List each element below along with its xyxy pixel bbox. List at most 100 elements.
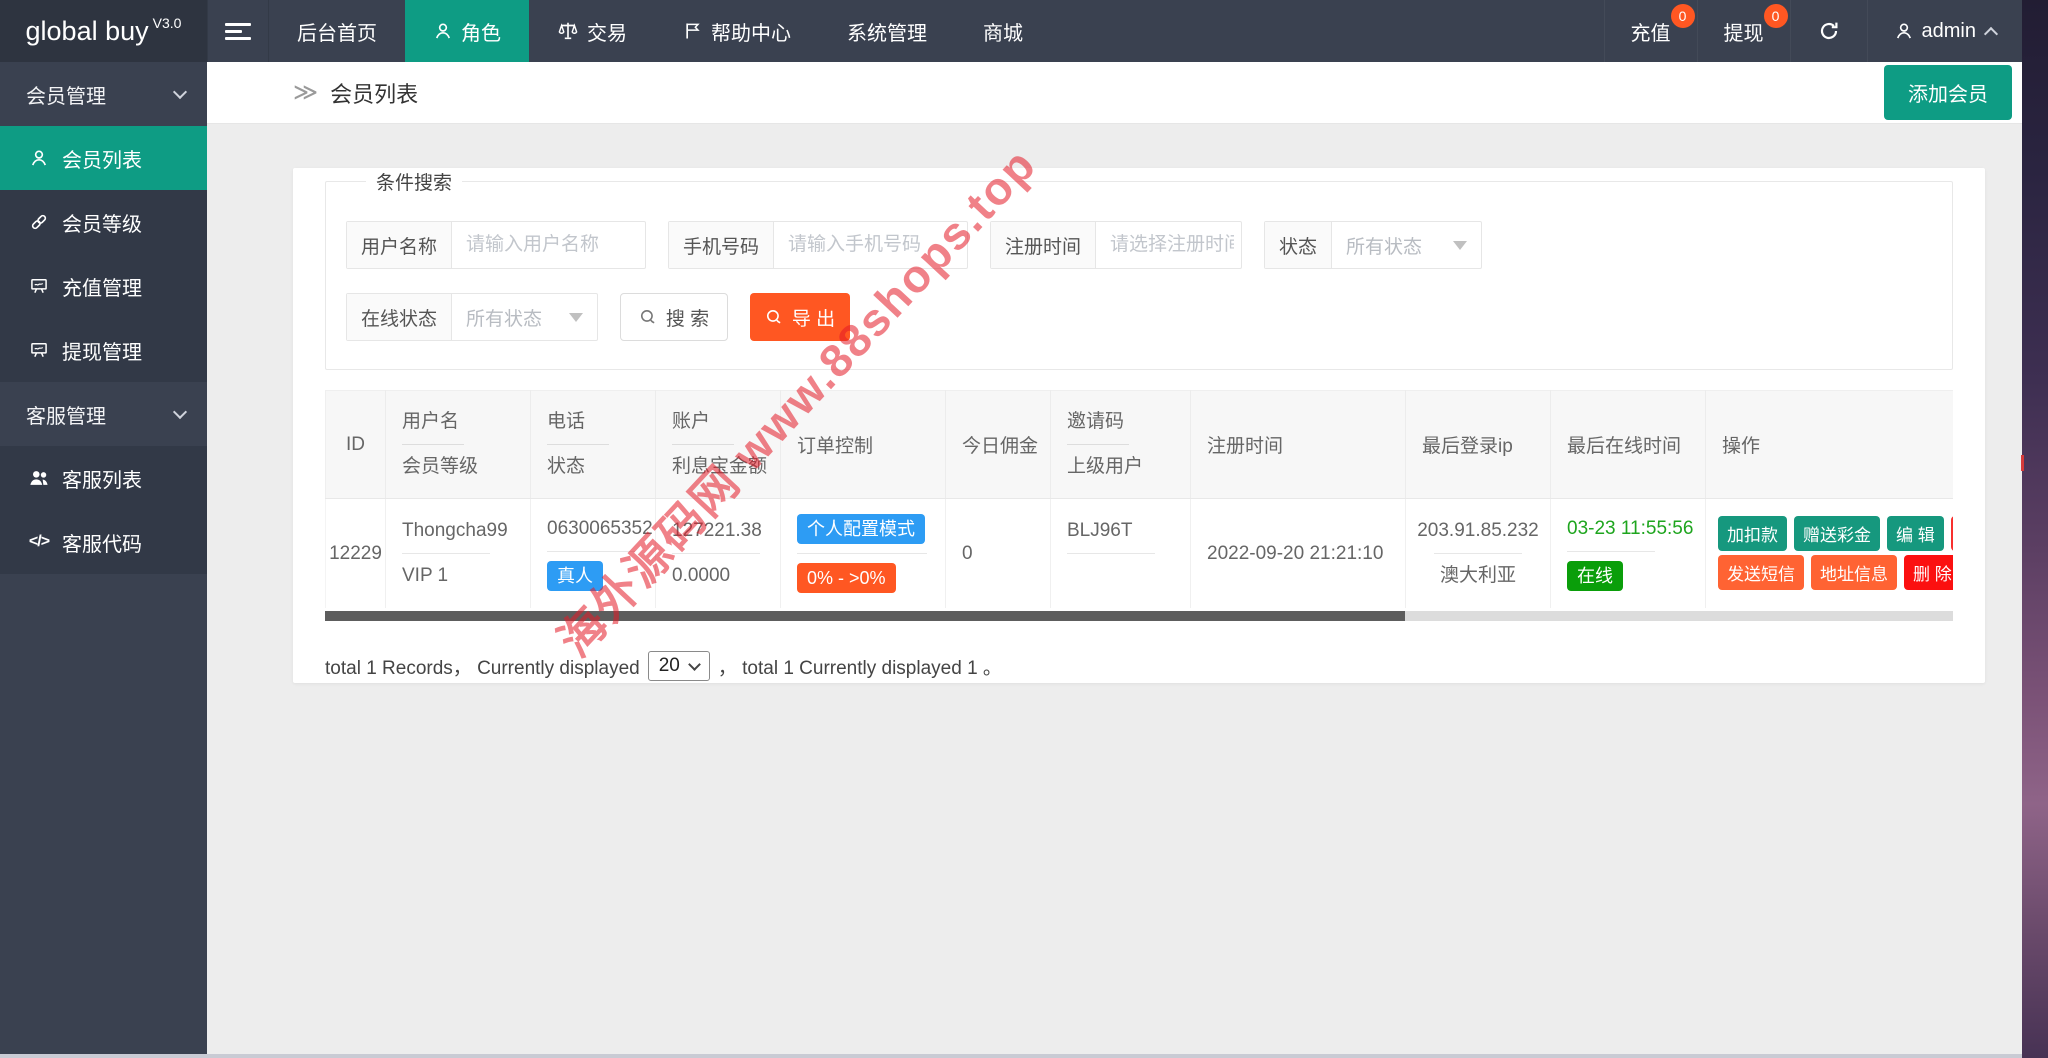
sidebar-item-service-list[interactable]: 客服列表 <box>0 446 207 510</box>
cell-phone-status: 0630065352 真人 <box>530 498 656 608</box>
status-select[interactable]: 所有状态 <box>1332 222 1481 268</box>
browser-bottom-scrollbar[interactable] <box>0 1054 2022 1058</box>
search-icon <box>640 309 655 324</box>
divider <box>1067 553 1155 554</box>
sidebar-item-service-code[interactable]: </> 客服代码 <box>0 510 207 574</box>
cell-last-ip: 203.91.85.232 澳大利亚 <box>1405 498 1551 608</box>
filter-row-2: 在线状态 所有状态 搜 索 导 出 <box>346 293 1932 341</box>
username-input[interactable] <box>452 222 653 268</box>
sidebar-item-member-list[interactable]: 会员列表 <box>0 126 207 190</box>
cell-register-time: 2022-09-20 21:21:10 <box>1190 498 1406 608</box>
sidebar-item-label: 会员等级 <box>62 213 142 236</box>
divider <box>402 553 490 554</box>
delete-button[interactable]: 删 除 <box>1904 555 1953 590</box>
ban-button[interactable]: 禁用 <box>1950 516 1953 551</box>
user-menu[interactable]: admin <box>1866 0 2022 62</box>
sidebar-item-recharge-management[interactable]: 充值管理 <box>0 254 207 318</box>
breadcrumb-bar: ≫ 会员列表 添加会员 <box>207 62 2022 124</box>
status-field-label: 状态 <box>1265 222 1333 268</box>
col-header-actions: 操作 <box>1705 390 1953 499</box>
divider <box>1067 444 1129 445</box>
col-header-order-control: 订单控制 <box>780 390 946 499</box>
person-icon <box>24 148 54 168</box>
withdraw-label: 提现 <box>1723 22 1764 45</box>
online-status-select[interactable]: 所有状态 <box>452 294 597 340</box>
gift-bonus-button[interactable]: 赠送彩金 <box>1794 516 1880 551</box>
nav-item-help-center[interactable]: 帮助中心 <box>655 0 819 62</box>
search-panel-legend: 条件搜索 <box>376 173 453 194</box>
add-member-button[interactable]: 添加会员 <box>1884 65 2012 120</box>
caret-down-icon <box>687 657 701 671</box>
code-icon: </> <box>28 533 50 550</box>
real-user-badge: 真人 <box>547 561 603 591</box>
edit-button[interactable]: 编 辑 <box>1887 516 1944 551</box>
cell-order-control: 个人配置模式 0% - >0% <box>780 498 946 608</box>
page-size-select[interactable]: 20 <box>647 651 710 681</box>
recharge-menu-item[interactable]: 充值 0 <box>1603 0 1697 62</box>
app-logo: global buy V3.0 <box>0 0 207 62</box>
region-value: 澳大利亚 <box>1439 565 1516 586</box>
nav-item-system[interactable]: 系统管理 <box>819 0 955 62</box>
nav-label: 交易 <box>587 22 627 45</box>
sidebar-item-label: 客服列表 <box>62 469 142 492</box>
table-header-row: ID 用户名 会员等级 电话 状态 账户 利息宝金额 订单控制 今日佣金 邀请码… <box>325 390 1953 499</box>
ip-value: 203.91.85.232 <box>1417 520 1539 541</box>
horizontal-scrollbar[interactable] <box>325 611 1953 621</box>
last-online-time: 03-23 11:55:56 <box>1567 518 1694 539</box>
export-button-label: 导 出 <box>791 308 836 330</box>
address-info-button[interactable]: 地址信息 <box>1811 555 1897 590</box>
cell-last-online: 03-23 11:55:56 在线 <box>1550 498 1706 608</box>
sidebar-item-member-level[interactable]: 会员等级 <box>0 190 207 254</box>
col-header-account: 账户 利息宝金额 <box>655 390 781 499</box>
chevron-down-icon <box>172 404 188 420</box>
export-button[interactable]: 导 出 <box>750 293 850 341</box>
recharge-count-badge: 0 <box>1670 4 1695 28</box>
status-select-value: 所有状态 <box>1346 236 1423 258</box>
nav-label: 商城 <box>983 22 1023 45</box>
nav-item-roles[interactable]: 角色 <box>405 0 529 62</box>
phone-input[interactable] <box>774 222 975 268</box>
nav-label: 帮助中心 <box>711 22 791 45</box>
cell-actions: 加扣款 赠送彩金 编 辑 禁用 发送短信 地址信息 删 除 <box>1705 498 1953 608</box>
billboard-icon <box>24 340 54 360</box>
filter-row-1: 用户名称 手机号码 注册时间 状态 所有状态 <box>346 221 1932 269</box>
sidebar-group-service-management[interactable]: 客服管理 <box>0 382 207 446</box>
sidebar-item-withdraw-management[interactable]: 提现管理 <box>0 318 207 382</box>
sidebar-toggle-button[interactable] <box>207 0 269 62</box>
send-sms-button[interactable]: 发送短信 <box>1718 555 1804 590</box>
pagination: total 1 Records， Currently displayed 20 … <box>325 651 1953 681</box>
divider <box>1434 553 1522 554</box>
topbar-right: 充值 0 提现 0 admin <box>1603 0 2022 62</box>
order-range-badge[interactable]: 0% - >0% <box>797 563 896 593</box>
search-button[interactable]: 搜 索 <box>620 293 728 341</box>
recharge-label: 充值 <box>1630 22 1671 45</box>
scrollbar-thumb[interactable] <box>325 611 1405 621</box>
search-icon <box>766 309 781 324</box>
phone-field-label: 手机号码 <box>669 222 775 268</box>
sidebar-item-label: 充值管理 <box>62 277 142 300</box>
refresh-icon <box>1820 22 1838 40</box>
sidebar-item-label: 会员列表 <box>62 149 142 172</box>
users-icon <box>24 468 54 488</box>
register-time-field: 注册时间 <box>990 221 1249 269</box>
double-chevron-icon: ≫ <box>293 79 319 106</box>
register-time-input[interactable] <box>1096 222 1249 268</box>
nav-item-mall[interactable]: 商城 <box>955 0 1051 62</box>
add-deduct-button[interactable]: 加扣款 <box>1718 516 1787 551</box>
refresh-button[interactable] <box>1789 0 1867 62</box>
col-header-register-time: 注册时间 <box>1190 390 1406 499</box>
personal-config-mode-badge[interactable]: 个人配置模式 <box>797 514 925 544</box>
hamburger-icon <box>225 19 251 44</box>
col-header-last-online: 最后在线时间 <box>1550 390 1706 499</box>
col-header-phone-status: 电话 状态 <box>530 390 656 499</box>
sidebar-group-member-management[interactable]: 会员管理 <box>0 62 207 126</box>
pagination-suffix: ， total 1 Currently displayed 1 。 <box>717 657 1002 679</box>
desktop-wallpaper-strip <box>2021 0 2048 1058</box>
col-header-username-level: 用户名 会员等级 <box>385 390 531 499</box>
withdraw-menu-item[interactable]: 提现 0 <box>1696 0 1790 62</box>
level-value: VIP 1 <box>402 565 449 586</box>
nav-item-dashboard[interactable]: 后台首页 <box>269 0 405 62</box>
nav-label: 后台首页 <box>297 22 377 45</box>
interest-value: 0.0000 <box>672 565 731 586</box>
nav-item-trade[interactable]: 交易 <box>529 0 655 62</box>
